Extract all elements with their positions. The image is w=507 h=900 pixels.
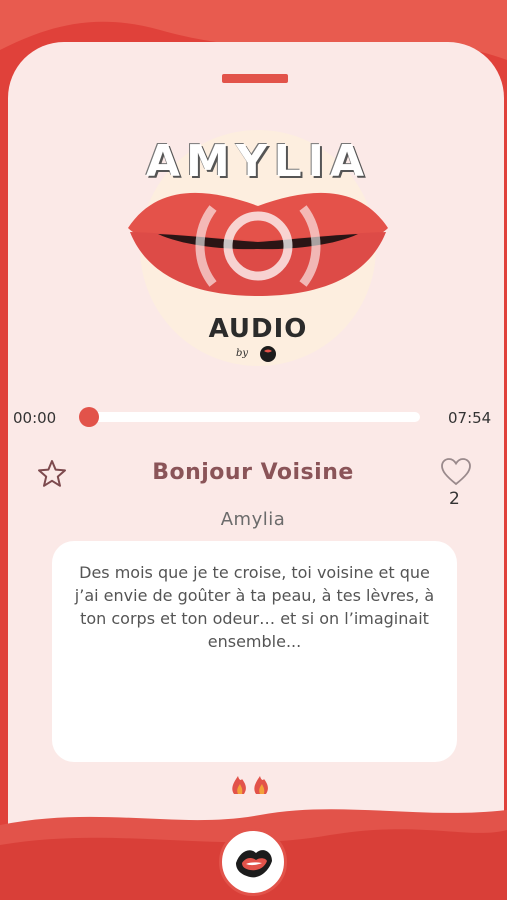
star-icon[interactable] xyxy=(36,458,68,490)
heart-icon[interactable] xyxy=(440,457,472,487)
logo-by-text: by xyxy=(236,348,249,359)
play-button[interactable] xyxy=(219,828,287,896)
track-title: Bonjour Voisine xyxy=(152,460,354,485)
progress-knob[interactable] xyxy=(79,407,99,427)
current-time: 00:00 xyxy=(13,409,57,427)
like-count: 2 xyxy=(449,489,460,509)
progress-track[interactable] xyxy=(88,412,420,422)
flame-icon xyxy=(232,776,268,794)
logo-subtitle: AUDIO xyxy=(208,314,308,344)
description-card: Des mois que je te croise, toi voisine e… xyxy=(52,541,457,762)
lips-icon xyxy=(236,850,272,878)
album-cover: AMYLIA AUDIO by xyxy=(118,128,398,378)
track-description: Des mois que je te croise, toi voisine e… xyxy=(74,563,435,651)
logo-title: AMYLIA xyxy=(145,136,371,187)
track-author[interactable]: Amylia xyxy=(150,509,356,530)
drag-handle[interactable] xyxy=(222,74,288,83)
total-time: 07:54 xyxy=(448,409,492,427)
